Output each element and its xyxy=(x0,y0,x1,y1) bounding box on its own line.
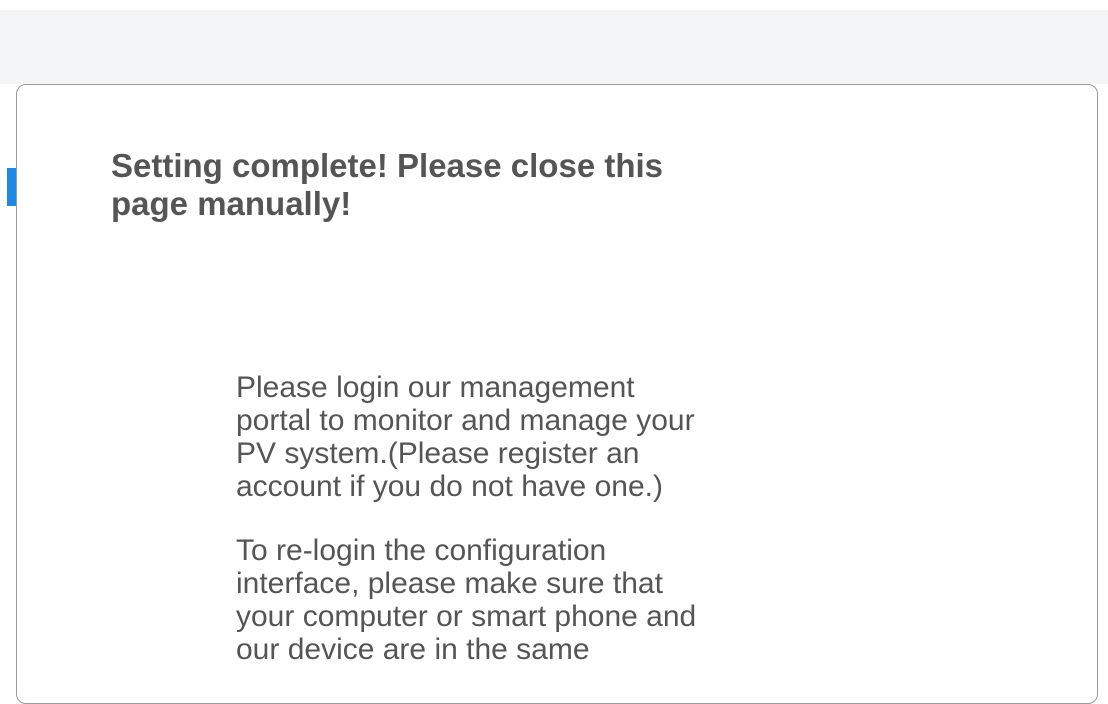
management-portal-paragraph: Please login our management portal to mo… xyxy=(236,371,695,503)
dialog-body: Please login our management portal to mo… xyxy=(236,371,956,666)
dialog-title: Setting complete! Please close this page… xyxy=(111,147,664,222)
browser-top-bar xyxy=(0,10,1108,84)
relogin-instructions-paragraph: To re-login the configuration interface,… xyxy=(236,534,697,666)
setting-complete-dialog: Setting complete! Please close this page… xyxy=(16,84,1098,704)
